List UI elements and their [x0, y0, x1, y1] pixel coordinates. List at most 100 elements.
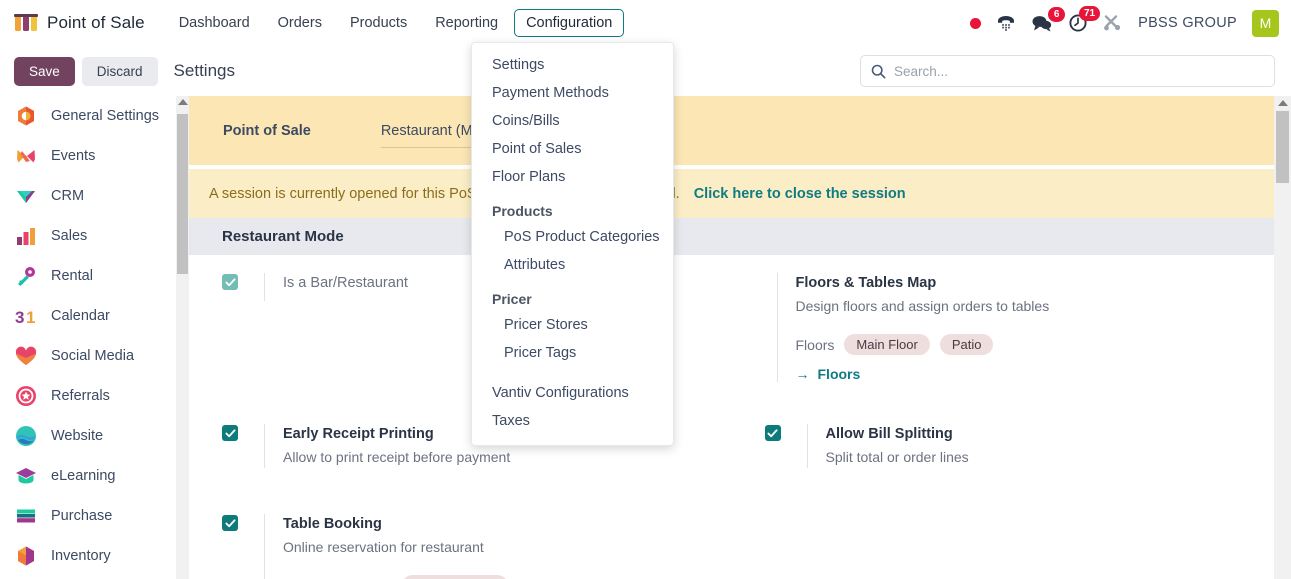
dropdown-item-settings[interactable]: Settings	[472, 51, 673, 79]
floors-tables-map-title: Floors & Tables Map	[795, 275, 937, 291]
nav-item-configuration[interactable]: Configuration	[514, 9, 625, 37]
dropdown-item-floor-plans[interactable]: Floor Plans	[472, 163, 673, 191]
pos-settings-page: Point of Sale Dashboard Orders Products …	[0, 0, 1291, 579]
messages-icon[interactable]: 6	[1031, 7, 1066, 32]
main-scroll-thumb[interactable]	[1276, 111, 1289, 183]
check-icon	[224, 518, 236, 527]
sidebar-item-general-settings[interactable]: General Settings	[0, 96, 188, 136]
dropdown-item-taxes[interactable]: Taxes	[472, 407, 673, 435]
sidebar-item-label: Rental	[51, 268, 93, 284]
settings-sidebar: General Settings Events CRM Sales Rental…	[0, 96, 189, 579]
settings-main-content: Point of Sale Restaurant (Mitche A sessi…	[189, 96, 1291, 579]
activities-clock-icon[interactable]: 71	[1068, 6, 1101, 33]
brand-name: Point of Sale	[47, 13, 145, 32]
user-avatar[interactable]: M	[1252, 9, 1279, 37]
dropdown-item-payment-methods[interactable]: Payment Methods	[472, 79, 673, 107]
page-title: Settings	[173, 61, 235, 80]
dropdown-item-vantiv-configurations[interactable]: Vantiv Configurations	[472, 379, 673, 407]
navbar-right-tools: 6 71 PBSS GROUP M	[970, 6, 1279, 37]
sidebar-item-calendar[interactable]: 3 1 Calendar	[0, 296, 188, 336]
search-box[interactable]	[860, 55, 1275, 87]
tab-point-of-sale[interactable]: Point of Sale	[223, 113, 311, 149]
point-of-sale-logo-icon	[14, 14, 38, 31]
sidebar-item-rental[interactable]: Rental	[0, 256, 188, 296]
dropdown-item-pos-product-categories[interactable]: PoS Product Categories	[472, 223, 673, 251]
svg-text:1: 1	[26, 308, 35, 327]
sidebar-item-elearning[interactable]: eLearning	[0, 456, 188, 496]
scroll-up-arrow-icon[interactable]	[1277, 100, 1288, 106]
settings-column-right: Floors & Tables Map Design floors and as…	[732, 255, 1275, 383]
sidebar-item-purchase[interactable]: Purchase	[0, 496, 188, 536]
main-scrollbar[interactable]	[1274, 96, 1291, 579]
sidebar-scroll-thumb[interactable]	[177, 114, 188, 274]
floor-tag-main-floor[interactable]: Main Floor	[844, 334, 930, 356]
search-icon	[871, 64, 886, 79]
floors-link[interactable]: → Floors	[796, 366, 1275, 382]
allow-bill-splitting-checkbox[interactable]	[764, 425, 781, 442]
sidebar-item-label: General Settings	[51, 108, 160, 124]
floor-tag-patio[interactable]: Patio	[939, 334, 994, 356]
nav-item-reporting[interactable]: Reporting	[423, 9, 510, 37]
save-button[interactable]: Save	[14, 56, 75, 86]
dropdown-item-attributes[interactable]: Attributes	[472, 251, 673, 279]
phone-icon[interactable]	[996, 14, 1016, 32]
table-booking-desc: Online reservation for restaurant	[283, 539, 484, 556]
table-booking-title: Table Booking	[283, 516, 382, 533]
dropdown-item-pricer-stores[interactable]: Pricer Stores	[472, 311, 673, 339]
website-icon	[16, 426, 36, 446]
floors-field-row: Floors Main Floor Patio	[795, 334, 1275, 356]
setting-floors-tables-map: Floors & Tables Map Design floors and as…	[765, 255, 1275, 383]
svg-text:3: 3	[15, 308, 24, 327]
check-icon	[224, 428, 236, 437]
is-bar-restaurant-checkbox[interactable]	[222, 274, 238, 290]
nav-item-orders[interactable]: Orders	[266, 9, 334, 37]
sidebar-item-label: Events	[51, 148, 96, 164]
dropdown-item-point-of-sales[interactable]: Point of Sales	[472, 135, 673, 163]
configuration-dropdown-menu: Settings Payment Methods Coins/Bills Poi…	[471, 42, 674, 446]
floors-field-label: Floors	[795, 336, 835, 353]
crm-icon	[17, 191, 35, 203]
sidebar-item-label: Social Media	[51, 348, 135, 364]
session-alert-banner: A session is currently opened for this P…	[189, 169, 1274, 218]
appointment-type-tag[interactable]: Table Booking	[401, 575, 508, 579]
sidebar-item-sales[interactable]: Sales	[0, 216, 188, 256]
sidebar-item-events[interactable]: Events	[0, 136, 188, 176]
sidebar-scrollbar[interactable]	[176, 96, 189, 579]
company-name[interactable]: PBSS GROUP	[1138, 15, 1237, 31]
nav-item-products[interactable]: Products	[338, 9, 419, 37]
early-receipt-printing-checkbox[interactable]	[222, 425, 238, 442]
table-booking-checkbox[interactable]	[222, 515, 238, 532]
allow-bill-splitting-title: Allow Bill Splitting	[825, 426, 953, 443]
sidebar-item-label: Purchase	[51, 508, 113, 524]
settings-grid-row-2: Early Receipt Printing Allow to print re…	[189, 406, 1291, 469]
search-input[interactable]	[894, 63, 1264, 79]
messages-count-badge: 6	[1048, 7, 1066, 22]
close-session-link[interactable]: Click here to close the session	[694, 186, 906, 202]
sidebar-item-inventory[interactable]: Inventory	[0, 536, 188, 576]
dropdown-item-coins-bills[interactable]: Coins/Bills	[472, 107, 673, 135]
floors-link-label: Floors	[817, 366, 861, 383]
nav-item-dashboard[interactable]: Dashboard	[167, 9, 262, 37]
app-brand[interactable]: Point of Sale	[14, 12, 145, 34]
check-icon	[767, 428, 778, 437]
purchase-icon	[17, 509, 35, 523]
restaurant-mode-section-header: Restaurant Mode	[189, 218, 1274, 255]
settings-tab-bar: Point of Sale Restaurant (Mitche	[189, 96, 1274, 165]
recording-indicator-icon[interactable]	[970, 17, 982, 29]
social-media-icon	[15, 346, 37, 365]
sidebar-item-crm[interactable]: CRM	[0, 176, 188, 216]
sidebar-item-referrals[interactable]: Referrals	[0, 376, 188, 416]
sidebar-item-social-media[interactable]: Social Media	[0, 336, 188, 376]
sidebar-item-label: eLearning	[51, 468, 116, 484]
dropdown-item-pricer-tags[interactable]: Pricer Tags	[472, 339, 673, 367]
dropdown-group-pricer: Pricer	[492, 291, 532, 307]
events-icon	[17, 150, 35, 163]
tools-icon[interactable]	[1103, 13, 1123, 33]
settings-column-left-3: Table Booking Online reservation for res…	[189, 496, 732, 579]
discard-button[interactable]: Discard	[81, 56, 158, 86]
nav-menu: Dashboard Orders Products Reporting Conf…	[167, 9, 625, 37]
scroll-up-arrow-icon[interactable]	[177, 99, 188, 105]
sidebar-item-website[interactable]: Website	[0, 416, 188, 456]
allow-bill-splitting-desc: Split total or order lines	[825, 449, 969, 466]
top-navbar: Point of Sale Dashboard Orders Products …	[0, 0, 1291, 46]
